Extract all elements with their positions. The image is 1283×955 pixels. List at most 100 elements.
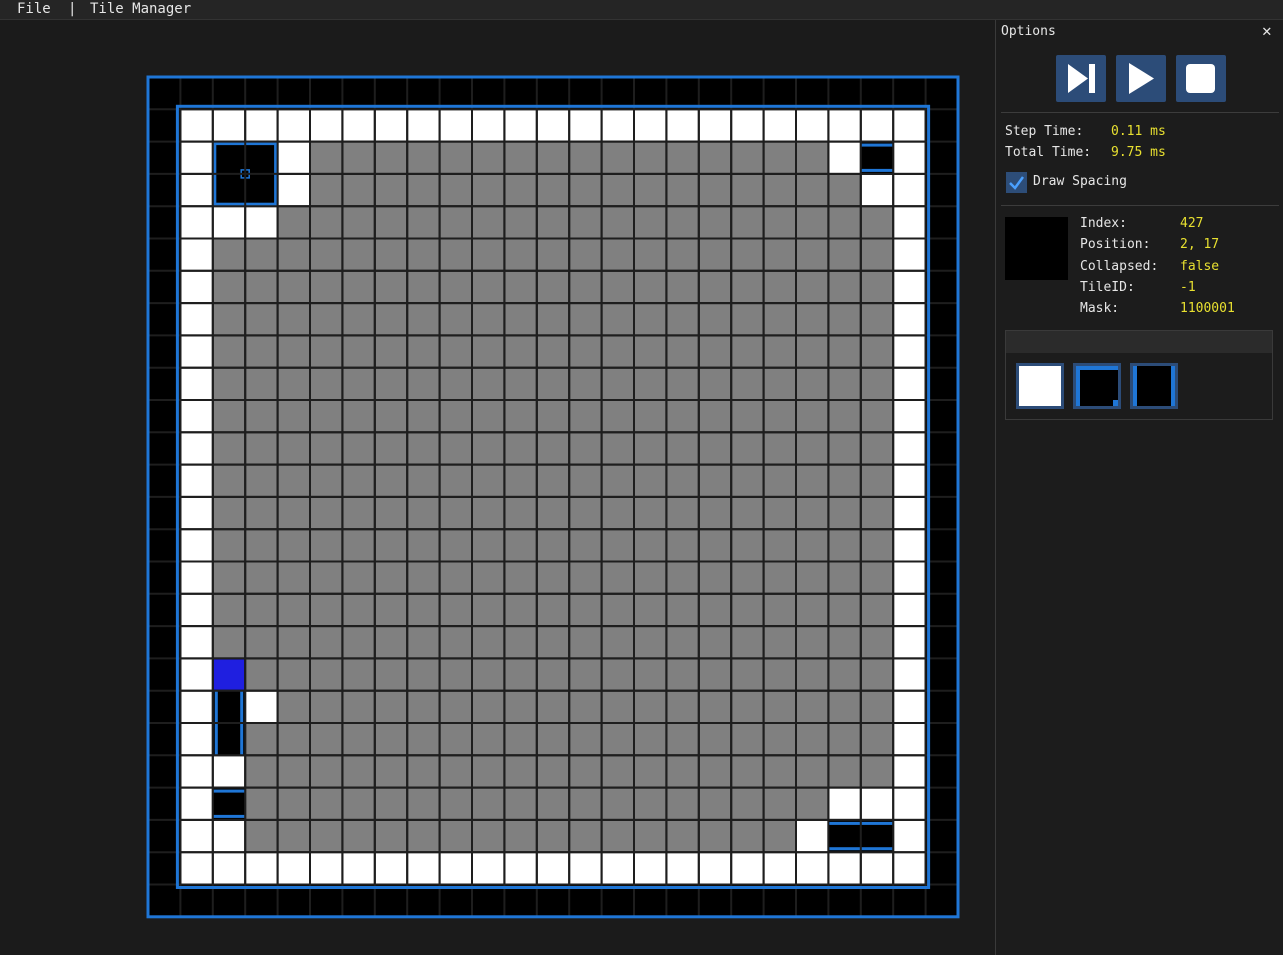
options-panel: Options ✕ Step Time: 0.11 ms Total Time:…	[995, 20, 1283, 955]
draw-spacing-label[interactable]: Draw Spacing	[1033, 174, 1127, 189]
grid-cell	[797, 465, 828, 496]
grid-cell	[635, 530, 666, 561]
close-icon[interactable]: ✕	[1262, 21, 1272, 40]
grid-cell	[375, 207, 407, 238]
grid-cell	[635, 820, 666, 852]
grid-cell	[278, 627, 309, 658]
grid-cell	[570, 627, 601, 658]
grid-cell	[473, 497, 504, 529]
step-button[interactable]	[1056, 55, 1106, 102]
grid-cell	[829, 433, 860, 464]
grid-cell	[213, 336, 245, 367]
play-button[interactable]	[1116, 55, 1166, 102]
grid-cell	[311, 788, 342, 819]
grid-cell	[894, 304, 925, 335]
index-value: 427	[1180, 216, 1204, 231]
total-time-value: 9.75 ms	[1111, 145, 1166, 160]
grid-cell	[829, 174, 860, 206]
grid-cell	[764, 110, 795, 141]
grid-cell	[635, 207, 666, 238]
grid-cell	[635, 239, 666, 270]
grid-cell	[829, 207, 860, 238]
grid-cell	[311, 594, 342, 626]
tile-white-icon	[1019, 366, 1061, 406]
panel-title: Options	[1001, 24, 1056, 39]
grid-cell	[764, 820, 795, 852]
grid-cell	[829, 465, 860, 496]
grid-cell	[181, 820, 212, 852]
grid-cell	[375, 497, 407, 529]
menu-tile-manager[interactable]: Tile Manager	[90, 0, 191, 19]
grid-cell	[797, 336, 828, 367]
grid-cell	[375, 239, 407, 270]
grid-cell	[311, 368, 342, 399]
grid-cell	[440, 594, 471, 626]
grid-cell	[473, 304, 504, 335]
grid-cell	[829, 788, 860, 819]
grid-cell	[311, 433, 342, 464]
grid-cell	[278, 659, 309, 690]
grid-cell	[278, 271, 309, 303]
grid-cell	[894, 853, 925, 884]
tile-option-vertical[interactable]	[1130, 363, 1178, 409]
grid-cell	[732, 497, 763, 529]
grid-cell	[894, 724, 925, 755]
grid-cell	[667, 627, 698, 658]
grid-cell	[343, 627, 374, 658]
grid-cell	[570, 659, 601, 690]
grid-cell	[570, 756, 601, 787]
grid-cell	[278, 788, 309, 819]
grid-cell	[829, 562, 860, 593]
stop-button[interactable]	[1176, 55, 1226, 102]
grid-cell	[375, 820, 407, 852]
grid-cell	[894, 368, 925, 399]
tile-edge	[212, 789, 246, 793]
grid-cell	[894, 594, 925, 626]
grid-cell	[570, 530, 601, 561]
draw-spacing-checkbox[interactable]	[1006, 172, 1027, 193]
grid-cell	[699, 756, 731, 787]
grid-cell	[732, 174, 763, 206]
grid-cell	[311, 853, 342, 884]
grid-cell	[764, 724, 795, 755]
grid-cell	[667, 530, 698, 561]
grid-cell	[797, 820, 828, 852]
grid-cell	[732, 336, 763, 367]
grid-cell	[473, 465, 504, 496]
grid-cell	[537, 724, 569, 755]
grid-cell	[732, 401, 763, 432]
tile-grid-canvas[interactable]	[0, 20, 990, 955]
grid-cell	[246, 594, 277, 626]
tile-option-white[interactable]	[1016, 363, 1064, 409]
grid-cell	[635, 788, 666, 819]
tileid-label: TileID:	[1080, 280, 1135, 295]
grid-cell	[246, 110, 277, 141]
grid-cell	[732, 465, 763, 496]
grid-cell	[732, 433, 763, 464]
grid-cell	[699, 497, 731, 529]
grid-cell	[440, 530, 471, 561]
grid-cell	[667, 724, 698, 755]
grid-cell	[861, 401, 893, 432]
grid-cell	[375, 271, 407, 303]
grid-cell	[213, 627, 245, 658]
grid-cell	[732, 304, 763, 335]
grid-cell	[311, 724, 342, 755]
grid-cell	[667, 271, 698, 303]
grid-cell	[311, 756, 342, 787]
panel-title-bar[interactable]: Options ✕	[996, 20, 1283, 44]
grid-cell	[861, 433, 893, 464]
grid-cell	[894, 142, 925, 173]
grid-cell	[861, 465, 893, 496]
grid-cell	[343, 304, 374, 335]
grid-cell	[797, 594, 828, 626]
menu-file[interactable]: File	[17, 0, 51, 19]
grid-cell	[505, 368, 536, 399]
grid-cell	[408, 594, 439, 626]
grid-cell	[505, 724, 536, 755]
grid-cell	[602, 304, 633, 335]
grid-cell	[473, 110, 504, 141]
tile-option-corner[interactable]	[1073, 363, 1121, 409]
grid-cell	[505, 788, 536, 819]
grid-cell	[635, 465, 666, 496]
